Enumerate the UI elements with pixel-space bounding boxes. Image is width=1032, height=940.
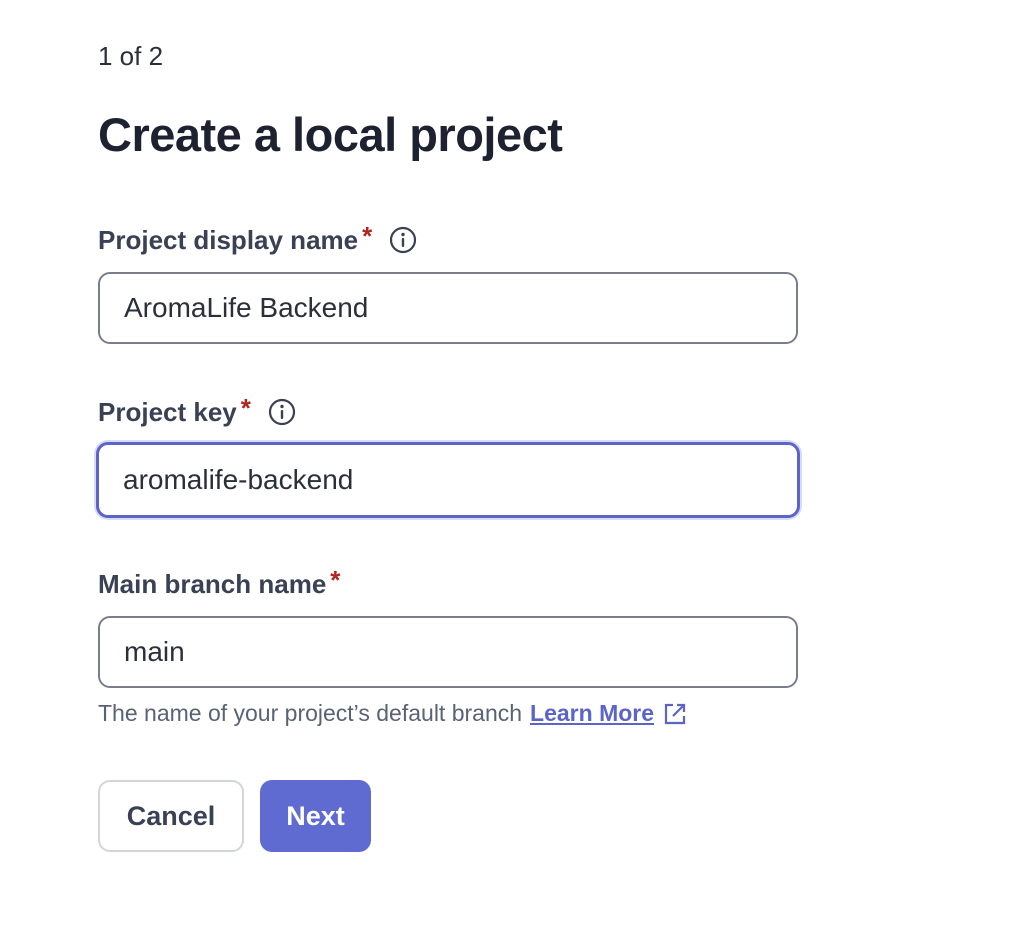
main-branch-input[interactable] [98,616,798,688]
display-name-label-row: Project display name * [98,220,418,258]
info-icon[interactable] [388,225,418,255]
main-branch-helper: The name of your project’s default branc… [98,700,688,727]
next-button-label: Next [286,800,345,831]
required-asterisk: * [362,220,373,251]
step-indicator: 1 of 2 [98,41,164,71]
external-link-icon[interactable] [662,701,688,727]
required-asterisk: * [330,564,341,595]
cancel-button-label: Cancel [126,800,216,831]
cancel-button[interactable]: Cancel [98,780,244,852]
learn-more-label: Learn More [530,700,655,726]
display-name-input[interactable] [98,272,798,344]
required-asterisk: * [240,392,251,423]
project-key-label-row: Project key * [98,392,297,430]
project-key-label: Project key [98,396,237,427]
display-name-label: Project display name [98,224,359,255]
main-branch-label: Main branch name [98,568,327,599]
helper-text: The name of your project’s default branc… [98,700,523,726]
info-icon[interactable] [267,397,297,427]
main-branch-label-row: Main branch name * [98,564,341,602]
page-title: Create a local project [98,108,563,161]
next-button[interactable]: Next [260,780,371,852]
learn-more-link[interactable]: Learn More [530,700,654,727]
project-key-input[interactable] [96,442,800,518]
